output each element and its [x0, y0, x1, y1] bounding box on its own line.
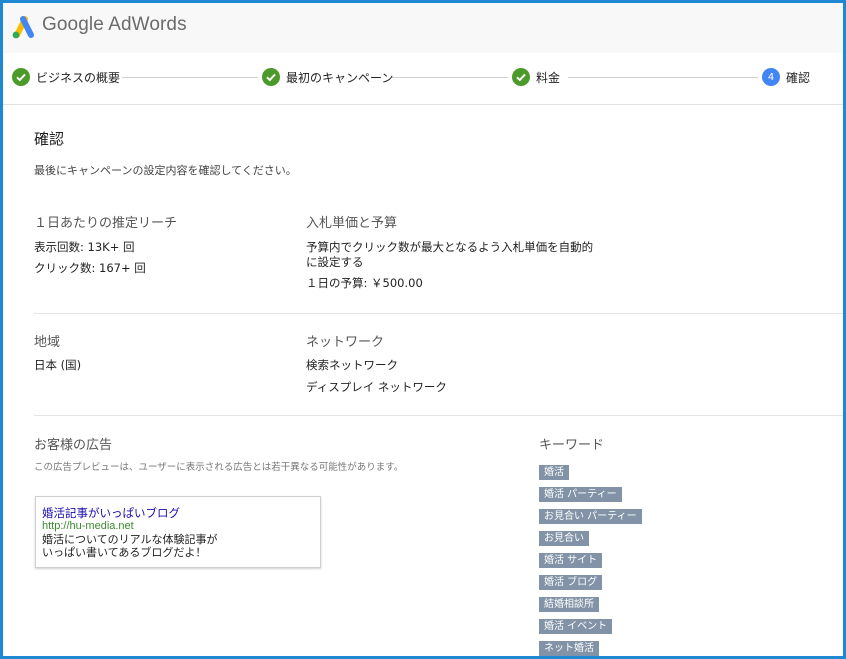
step-label: ビジネスの概要: [36, 70, 121, 85]
check-icon: [12, 68, 30, 86]
step-first-campaign[interactable]: 最初のキャンペーン: [262, 67, 393, 87]
page-subtitle: 最後にキャンペーンの設定内容を確認してください。: [34, 164, 297, 177]
bidding-strategy-line1: 予算内でクリック数が最大となるよう入札単価を自動的: [306, 240, 594, 254]
window-frame: Google AdWords ビジネスの概要 最初のキャンペーン 料金 4 確認: [0, 0, 846, 659]
adwords-logo-icon: [10, 14, 38, 40]
page-title: 確認: [34, 130, 65, 148]
step-pricing[interactable]: 料金: [512, 67, 560, 87]
ad-display-url: http://hu-media.net: [42, 520, 134, 532]
reach-impressions: 表示回数: 13K+ 回: [34, 240, 135, 254]
network-heading: ネットワーク: [306, 335, 385, 350]
keyword-chip: 婚活 ブログ: [539, 575, 603, 590]
step-connector: [568, 77, 758, 78]
network-display: ディスプレイ ネットワーク: [306, 380, 447, 394]
step-label: 料金: [536, 70, 561, 85]
network-search: 検索ネットワーク: [306, 358, 398, 372]
section-divider: [34, 415, 843, 416]
ad-title-link[interactable]: 婚活記事がいっぱいブログ: [42, 505, 180, 521]
step-business-overview[interactable]: ビジネスの概要: [12, 67, 120, 87]
keyword-chip: 結婚相談所: [539, 597, 599, 612]
ad-description-line1: 婚活についてのリアルな体験記事が: [42, 533, 218, 546]
keyword-chip: 婚活 イベント: [539, 619, 613, 634]
keyword-chip: お見合い パーティー: [539, 509, 642, 524]
ad-preview-card: 婚活記事がいっぱいブログ http://hu-media.net 婚活についての…: [35, 496, 321, 568]
step-connector: [392, 77, 508, 78]
step-review[interactable]: 4 確認: [762, 67, 810, 87]
location-value: 日本 (国): [34, 358, 82, 372]
top-bar: Google AdWords: [3, 3, 843, 54]
keyword-chip: 婚活 サイト: [539, 553, 603, 568]
ad-description: 婚活についてのリアルな体験記事が いっぱい書いてあるブログだよ！: [42, 533, 218, 559]
reach-heading: １日あたりの推定リーチ: [34, 216, 178, 231]
step-connector: [122, 77, 258, 78]
keyword-chip: ネット婚活: [539, 641, 599, 656]
location-heading: 地域: [34, 335, 61, 350]
keyword-chip: お見合い: [539, 531, 589, 546]
reach-clicks: クリック数: 167+ 回: [34, 261, 146, 275]
ad-heading: お客様の広告: [34, 438, 113, 453]
progress-steps: ビジネスの概要 最初のキャンペーン 料金 4 確認: [3, 53, 843, 105]
keyword-chip: 婚活: [539, 465, 569, 480]
ad-preview-note: この広告プレビューは、ユーザーに表示される広告とは若干異なる可能性があります。: [34, 462, 404, 473]
bidding-heading: 入札単価と予算: [306, 216, 398, 231]
ad-description-line2: いっぱい書いてあるブログだよ！: [42, 546, 207, 559]
step-number-badge: 4: [762, 68, 780, 86]
check-icon: [262, 68, 280, 86]
step-label: 最初のキャンペーン: [286, 70, 394, 85]
daily-budget: １日の予算: ￥500.00: [306, 276, 423, 290]
keywords-heading: キーワード: [539, 438, 605, 453]
keyword-chip: 婚活 パーティー: [539, 487, 622, 502]
section-divider: [34, 313, 843, 314]
check-icon: [512, 68, 530, 86]
step-label: 確認: [786, 70, 811, 85]
bidding-strategy-line2: に設定する: [306, 255, 364, 269]
app-logo-text[interactable]: Google AdWords: [42, 14, 187, 36]
